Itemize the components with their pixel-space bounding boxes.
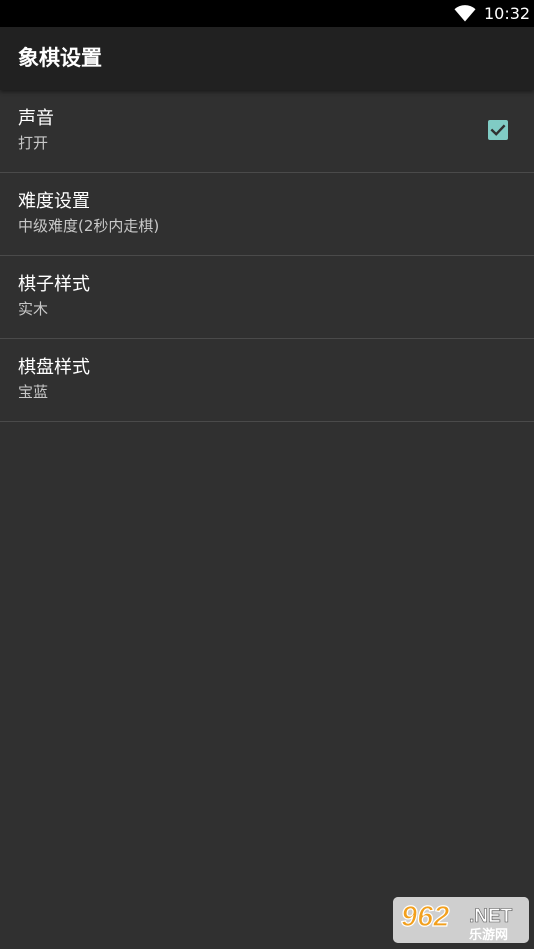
pref-title: 棋盘样式 — [18, 357, 90, 378]
pref-summary: 宝蓝 — [18, 383, 49, 401]
settings-screen: 10:32 象棋设置 声音 打开 难度设置 中级难度(2秒内走棋) 棋子样式 实… — [0, 0, 534, 949]
status-time: 10:32 — [484, 4, 531, 23]
pref-piece-style[interactable]: 棋子样式 实木 — [0, 256, 534, 339]
wifi-icon — [454, 5, 476, 22]
pref-title: 棋子样式 — [18, 274, 90, 295]
pref-summary: 打开 — [18, 134, 49, 152]
app-bar: 象棋设置 — [0, 27, 534, 90]
962-net-logo-icon: 962 .NET 乐游网 — [393, 897, 529, 943]
pref-board-style[interactable]: 棋盘样式 宝蓝 — [0, 339, 534, 422]
pref-sound[interactable]: 声音 打开 — [0, 90, 534, 173]
check-icon — [490, 124, 506, 136]
page-title: 象棋设置 — [18, 46, 102, 70]
pref-difficulty[interactable]: 难度设置 中级难度(2秒内走棋) — [0, 173, 534, 256]
pref-title: 难度设置 — [18, 191, 90, 212]
pref-summary: 实木 — [18, 300, 49, 318]
svg-text:.NET: .NET — [469, 906, 513, 927]
svg-text:乐游网: 乐游网 — [469, 927, 508, 943]
svg-text:962: 962 — [401, 901, 449, 933]
sound-checkbox[interactable] — [488, 120, 508, 140]
settings-list: 声音 打开 难度设置 中级难度(2秒内走棋) 棋子样式 实木 棋盘样式 宝蓝 — [0, 90, 534, 422]
status-bar: 10:32 — [0, 0, 534, 27]
pref-title: 声音 — [18, 108, 54, 129]
pref-summary: 中级难度(2秒内走棋) — [18, 217, 160, 235]
watermark-logo: 962 .NET 乐游网 — [393, 897, 529, 943]
